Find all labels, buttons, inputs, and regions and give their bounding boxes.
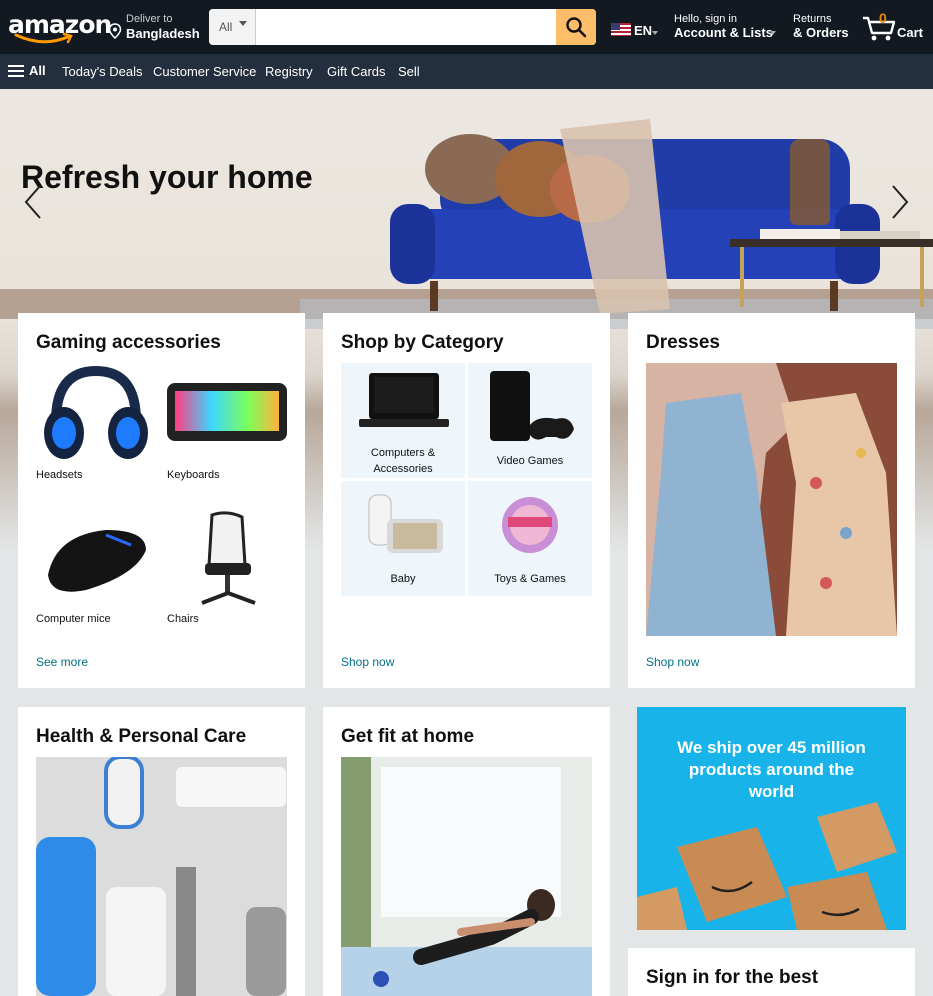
secondary-nav: All Today's Deals Customer Service Regis… [0,54,933,89]
headset-image [44,365,148,459]
search-category-select[interactable]: All [209,9,256,45]
caret-down-icon [652,31,658,35]
caret-down-icon [770,31,776,35]
coffee-table-image [730,229,933,307]
tile-caption: Toys & Games [494,573,566,585]
hero-title: Refresh your home [21,159,313,195]
tile-caption: Keyboards [167,469,220,481]
carousel-prev-icon[interactable] [22,184,44,220]
card-shop-by-category: Shop by Category Computers & Accessories… [323,313,610,688]
fitness-image[interactable] [341,757,592,996]
tile-keyboards[interactable]: Keyboards [167,361,287,486]
tile-computer-mice[interactable]: Computer mice [36,505,153,630]
location-pin-icon [108,23,122,39]
shipping-promo-banner[interactable]: We ship over 45 million products around … [637,707,906,930]
dresses-image[interactable] [646,363,897,636]
see-more-link[interactable]: See more [36,655,88,669]
hamburger-icon [8,65,24,77]
nav-link-customer-service[interactable]: Customer Service [153,64,256,79]
top-nav: amazon Deliver to Bangladesh All EN Hell… [0,0,933,54]
vase-image [790,139,830,225]
deliver-label: Deliver to [126,13,173,25]
account-greeting: Hello, sign in [674,13,737,25]
smile-icon [14,32,73,44]
returns-orders[interactable]: Returns & Orders [793,13,853,43]
carousel-next-icon[interactable] [889,184,911,220]
health-products-image[interactable] [36,757,287,996]
category-toys-games[interactable]: Toys & Games [468,481,592,596]
tile-caption: Baby [390,573,416,585]
us-flag-icon [611,23,631,36]
tile-caption: Computers & Accessories [370,447,436,475]
returns-label: Returns [793,13,832,25]
game-console-image [490,371,574,441]
cart-count: 0 [879,10,887,26]
search-icon [566,17,587,38]
toy-ball-image [502,497,558,553]
cart-label: Cart [897,25,924,40]
mouse-image [48,530,146,592]
deliver-to[interactable]: Deliver to Bangladesh [108,13,203,43]
deliver-country: Bangladesh [126,26,200,41]
baby-monitor-image [368,494,443,553]
card-health-personal-care: Health & Personal Care [18,707,305,996]
card-title: Get fit at home [341,726,475,747]
cart-button[interactable]: 0 Cart [861,10,929,44]
tile-caption: Computer mice [36,613,111,625]
card-dresses: Dresses Shop now [628,313,915,688]
tile-chairs[interactable]: Chairs [167,505,287,630]
account-label: Account & Lists [674,25,773,40]
orders-label: & Orders [793,25,849,40]
language-code: EN [634,23,653,38]
search-button[interactable] [556,9,596,45]
card-gaming-accessories: Gaming accessories Headsets Keyboards Co… [18,313,305,688]
card-title: Health & Personal Care [36,726,247,747]
card-title: Sign in for the best [646,967,819,988]
card-sign-in: Sign in for the best [628,948,915,996]
tile-caption: Headsets [36,469,83,481]
laptop-image [359,373,449,427]
tile-caption: Video Games [496,455,564,467]
search-category-label: All [219,20,233,34]
card-title: Shop by Category [341,332,504,353]
gaming-chair-image [201,511,256,605]
category-video-games[interactable]: Video Games [468,363,592,478]
card-get-fit-at-home: Get fit at home [323,707,610,996]
category-computers-accessories[interactable]: Computers & Accessories [341,363,465,478]
category-baby[interactable]: Baby [341,481,465,596]
amazon-logo[interactable]: amazon [8,10,112,46]
search-input[interactable] [256,9,556,45]
chevron-down-icon [239,21,247,26]
nav-link-registry[interactable]: Registry [265,64,313,79]
account-lists[interactable]: Hello, sign in Account & Lists [674,13,784,43]
shop-now-link[interactable]: Shop now [341,655,394,669]
nav-link-sell[interactable]: Sell [398,64,420,79]
tile-headsets[interactable]: Headsets [36,361,153,486]
card-title: Dresses [646,332,720,353]
tile-caption: Chairs [167,613,199,625]
language-selector[interactable]: EN [611,20,661,40]
keyboard-image [167,383,287,441]
shop-now-link[interactable]: Shop now [646,655,699,669]
nav-link-todays-deals[interactable]: Today's Deals [62,64,143,79]
search-bar: All [209,9,596,45]
nav-link-gift-cards[interactable]: Gift Cards [327,64,386,79]
card-title: Gaming accessories [36,332,221,353]
boxes-image [637,802,897,930]
all-menu-label: All [29,63,46,78]
